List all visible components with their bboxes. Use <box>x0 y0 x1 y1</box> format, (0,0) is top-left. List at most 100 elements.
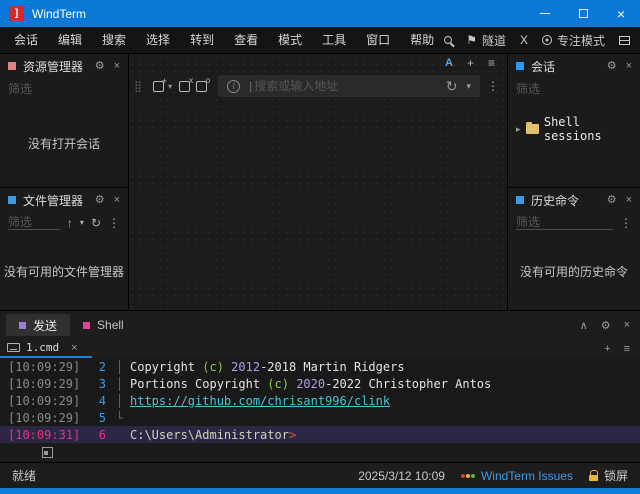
explorer-settings-icon[interactable]: ⚙ <box>95 60 105 72</box>
tab-send[interactable]: 发送 <box>6 314 71 336</box>
search-icon[interactable] <box>444 36 453 44</box>
document-list-icon[interactable]: ≡ <box>624 343 630 355</box>
info-icon[interactable]: i <box>227 79 241 93</box>
terminal-line-number: 4 <box>98 393 106 408</box>
sessions-panel-header: 会话 ⚙ × <box>508 54 640 78</box>
menu-item[interactable]: 转到 <box>180 27 224 53</box>
x-server-button[interactable]: X <box>520 33 528 47</box>
left-sidebar: 资源管理器 ⚙ × 没有打开会话 文件管理器 ⚙ × ↑ <box>0 54 129 310</box>
tab-shell[interactable]: Shell <box>70 314 137 336</box>
windterm-window: ] WindTerm × 会话 编辑 搜索 选择 转到 查看 模式 工具 窗口 帮助 ⚑ 隧道 X… <box>0 0 640 494</box>
send-target-icon[interactable] <box>42 447 53 458</box>
sessions-filter-input[interactable] <box>516 81 632 96</box>
tab-shell-label: Shell <box>97 318 124 332</box>
file-manager-close-icon[interactable]: × <box>114 194 120 206</box>
focus-target-icon <box>541 35 552 45</box>
menu-item[interactable]: 搜索 <box>92 27 136 53</box>
toolbar-more-icon[interactable]: ⋮ <box>487 80 499 92</box>
lock-screen-button[interactable]: 锁屏 <box>588 467 628 484</box>
sessions-settings-icon[interactable]: ⚙ <box>607 60 617 72</box>
send-input-row[interactable] <box>0 443 640 462</box>
close-button[interactable]: × <box>602 0 640 27</box>
terminal-body[interactable]: [10:09:29] 2 │ Copyright (c) 2012-2018 Mart… <box>0 358 640 443</box>
terminal-link[interactable]: https://github.com/chrisant996/clink <box>130 394 390 408</box>
history-filter-input[interactable] <box>516 215 613 230</box>
history-panel-header: 历史命令 ⚙ × <box>508 188 640 212</box>
menu-item[interactable]: 窗口 <box>356 27 400 53</box>
new-session-icon[interactable] <box>153 76 167 92</box>
address-dropdown-icon[interactable]: ▾ <box>466 81 471 92</box>
go-up-icon[interactable]: ↑ <box>67 217 73 229</box>
document-tab-controls: + ≡ <box>604 339 640 358</box>
issues-label: WindTerm Issues <box>480 468 573 483</box>
terminal-text: Portions Copyright (c) 2020-2022 Christo… <box>130 376 492 391</box>
terminal-line-number: 3 <box>98 376 106 391</box>
maximize-icon <box>578 9 588 18</box>
menu-item[interactable]: 会话 <box>4 27 48 53</box>
terminal-timestamp: [10:09:29] <box>8 376 81 391</box>
new-session-dropdown-icon[interactable]: ▾ <box>168 82 172 91</box>
close-icon: × <box>616 5 626 22</box>
sessions-close-icon[interactable]: × <box>626 60 632 72</box>
tunnel-button[interactable]: ⚑ 隧道 <box>466 32 506 49</box>
terminal-line-number: 5 <box>98 410 106 425</box>
history-panel: 历史命令 ⚙ × ⋮ 没有可用的历史命令 <box>508 187 640 310</box>
file-manager-settings-icon[interactable]: ⚙ <box>95 194 105 206</box>
address-bar[interactable]: i | ↻ ▾ <box>218 75 480 97</box>
file-manager-more-icon[interactable]: ⋮ <box>108 217 120 229</box>
history-settings-icon[interactable]: ⚙ <box>607 194 617 206</box>
terminal-line: [10:09:31] 6 C:\Users\Administrator> <box>0 426 640 443</box>
terminal-line: [10:09:29] 2 │ Copyright (c) 2012-2018 Mart… <box>0 358 640 375</box>
add-document-icon[interactable]: + <box>604 343 610 355</box>
menu-item[interactable]: 模式 <box>268 27 312 53</box>
close-session-icon[interactable] <box>179 76 193 92</box>
terminal-timestamp: [10:09:29] <box>8 393 81 408</box>
menu-item[interactable]: 编辑 <box>48 27 92 53</box>
explorer-filter-input[interactable] <box>8 81 120 96</box>
collapse-icon[interactable]: ∧ <box>580 319 588 332</box>
address-input[interactable] <box>254 79 440 93</box>
history-panel-title: 历史命令 <box>531 193 580 208</box>
address-toolbar: ⣿ ▾ i | ↻ ▾ ⋮ <box>129 72 507 100</box>
app-logo-icon: ] <box>9 6 24 21</box>
explorer-panel: 资源管理器 ⚙ × 没有打开会话 <box>0 54 128 187</box>
dock-settings-icon[interactable]: ⚙ <box>601 319 611 332</box>
explorer-filter-row <box>0 78 128 99</box>
dock-tab-bar: 发送 Shell ∧ ⚙ × <box>0 311 640 339</box>
history-toolbar: ⋮ <box>508 212 640 233</box>
file-manager-empty-message: 没有可用的文件管理器 <box>4 265 125 279</box>
shell-sessions-tree-item[interactable]: ▸ Shell sessions <box>516 115 640 143</box>
font-size-icon[interactable]: A <box>445 57 453 69</box>
expand-arrow-icon[interactable]: ▸ <box>516 124 521 135</box>
history-close-icon[interactable]: × <box>626 194 632 206</box>
file-manager-filter-input[interactable] <box>8 215 60 230</box>
refresh-icon[interactable]: ↻ <box>91 217 101 229</box>
minimize-button[interactable] <box>526 0 564 27</box>
dock-close-icon[interactable]: × <box>624 319 630 331</box>
focus-mode-button[interactable]: 专注模式 <box>541 32 605 49</box>
file-manager-panel-title: 文件管理器 <box>23 193 84 208</box>
statusbar: 就绪 2025/3/12 10:09 WindTerm Issues 锁屏 <box>0 462 640 488</box>
menu-item[interactable]: 帮助 <box>400 27 444 53</box>
menu-item[interactable]: 查看 <box>224 27 268 53</box>
reload-icon[interactable]: ↻ <box>446 78 458 95</box>
layout-icon[interactable] <box>619 35 630 45</box>
doc-tab-close-icon[interactable]: × <box>71 342 77 354</box>
minimize-icon <box>540 13 550 14</box>
history-more-icon[interactable]: ⋮ <box>620 217 632 229</box>
menu-item[interactable]: 工具 <box>312 27 356 53</box>
tab-menu-icon[interactable]: ≡ <box>488 57 495 69</box>
doc-tab-1cmd[interactable]: 1.cmd × <box>0 339 92 358</box>
maximize-button[interactable] <box>564 0 602 27</box>
new-tab-icon[interactable]: + <box>467 57 474 69</box>
explorer-close-icon[interactable]: × <box>114 60 120 72</box>
menubar: 会话 编辑 搜索 选择 转到 查看 模式 工具 窗口 帮助 ⚑ 隧道 X 专注模式 <box>0 27 640 53</box>
bottom-dock: 发送 Shell ∧ ⚙ × 1.cmd × + ≡ [10:09:29] 2 … <box>0 310 640 462</box>
menu-item[interactable]: 选择 <box>136 27 180 53</box>
open-session-icon[interactable] <box>196 76 210 92</box>
windterm-issues-link[interactable]: WindTerm Issues <box>460 468 573 483</box>
toolbar-grip-handle[interactable]: ⣿ <box>134 80 142 93</box>
sessions-panel: 会话 ⚙ × ▸ Shell sessions <box>508 54 640 187</box>
up-dropdown-icon[interactable]: ▾ <box>80 218 84 227</box>
status-right: 2025/3/12 10:09 WindTerm Issues 锁屏 <box>358 467 628 484</box>
